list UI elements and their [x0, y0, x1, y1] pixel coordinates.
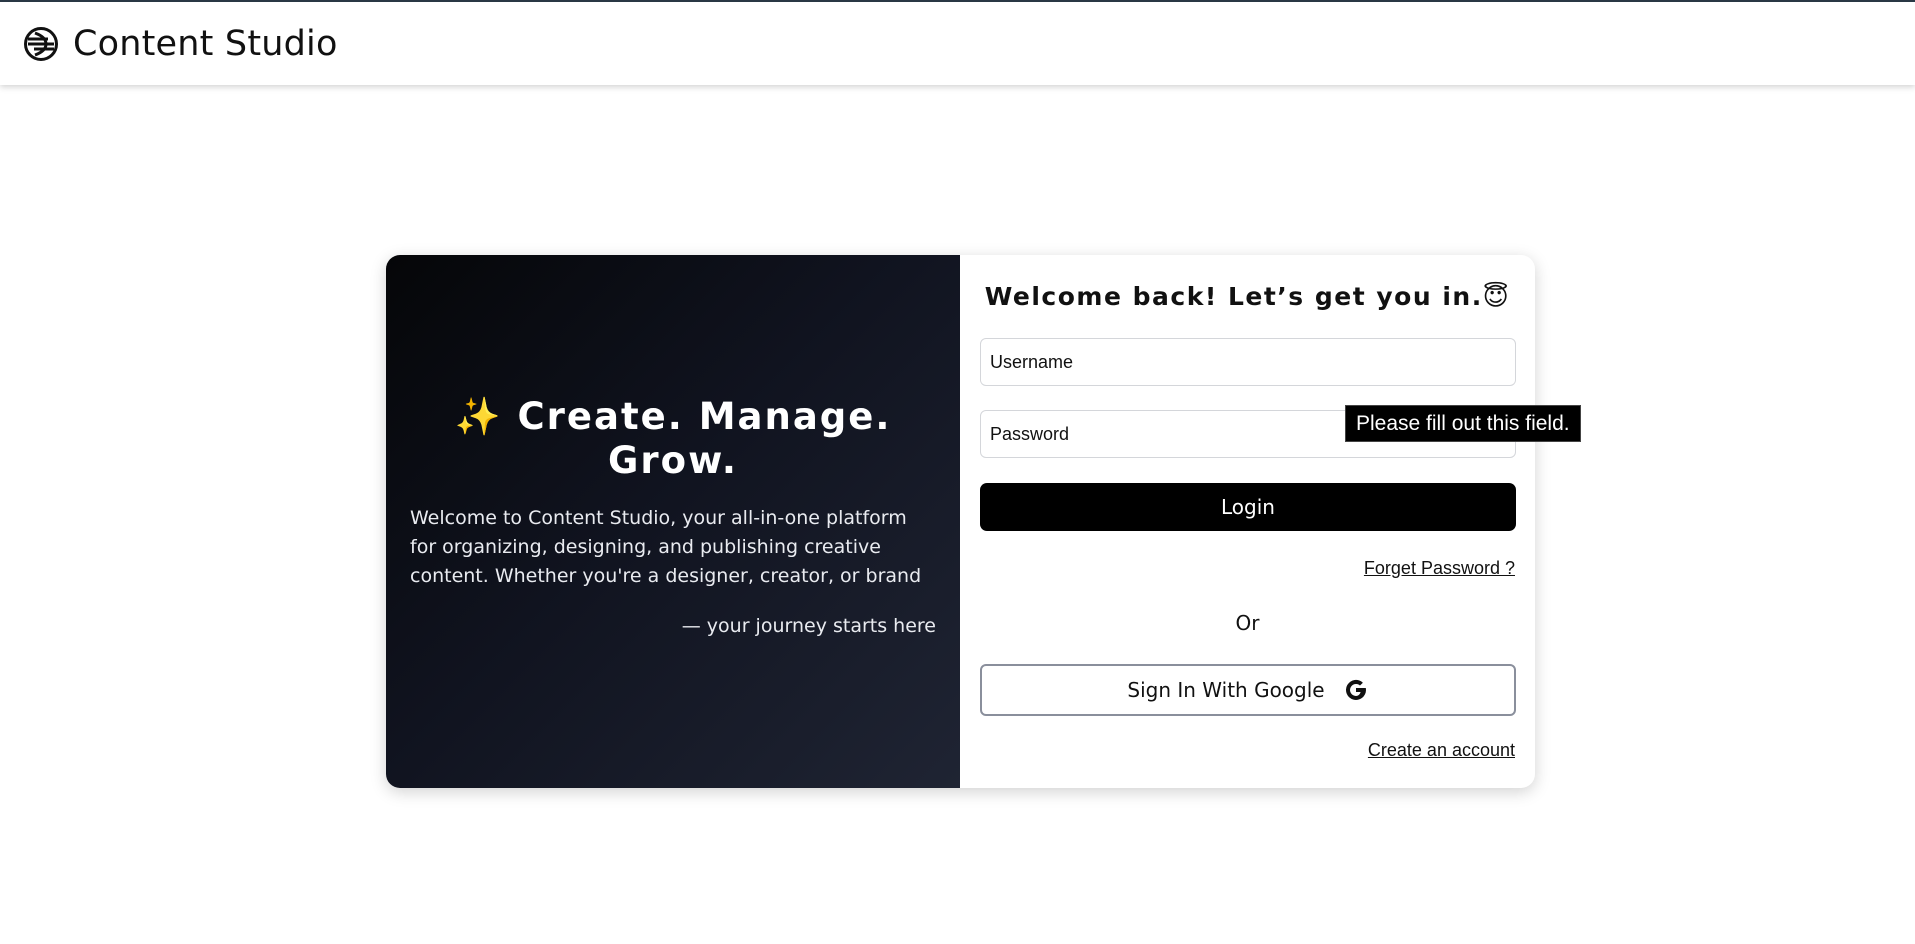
login-form-panel: Welcome back! Let’s get you in.😇 Login F…	[960, 255, 1535, 788]
hero-description: Welcome to Content Studio, your all-in-o…	[410, 506, 922, 587]
sparkles-icon: ✨	[454, 394, 503, 438]
login-card: ✨ Create. Manage. Grow. Welcome to Conte…	[386, 255, 1535, 788]
welcome-heading: Welcome back! Let’s get you in.😇	[984, 282, 1511, 311]
google-signin-button[interactable]: Sign In With Google	[980, 664, 1516, 716]
forget-password-link[interactable]: Forget Password ?	[980, 558, 1515, 579]
hero-title: ✨ Create. Manage. Grow.	[410, 395, 936, 482]
or-divider: Or	[1235, 611, 1260, 635]
google-icon	[1343, 677, 1369, 703]
brand-title[interactable]: Content Studio	[73, 24, 338, 64]
login-button[interactable]: Login	[980, 483, 1516, 531]
validation-tooltip: Please fill out this field.	[1345, 405, 1581, 442]
hero-panel: ✨ Create. Manage. Grow. Welcome to Conte…	[386, 255, 960, 788]
google-signin-label: Sign In With Google	[1127, 678, 1325, 702]
username-input[interactable]	[980, 338, 1516, 386]
navbar: Content Studio	[0, 2, 1915, 85]
globe-logo-icon[interactable]	[22, 25, 60, 63]
hero-tagline: — your journey starts here	[681, 614, 936, 637]
hero-title-text: Create. Manage. Grow.	[517, 394, 892, 482]
create-account-link[interactable]: Create an account	[980, 740, 1515, 761]
